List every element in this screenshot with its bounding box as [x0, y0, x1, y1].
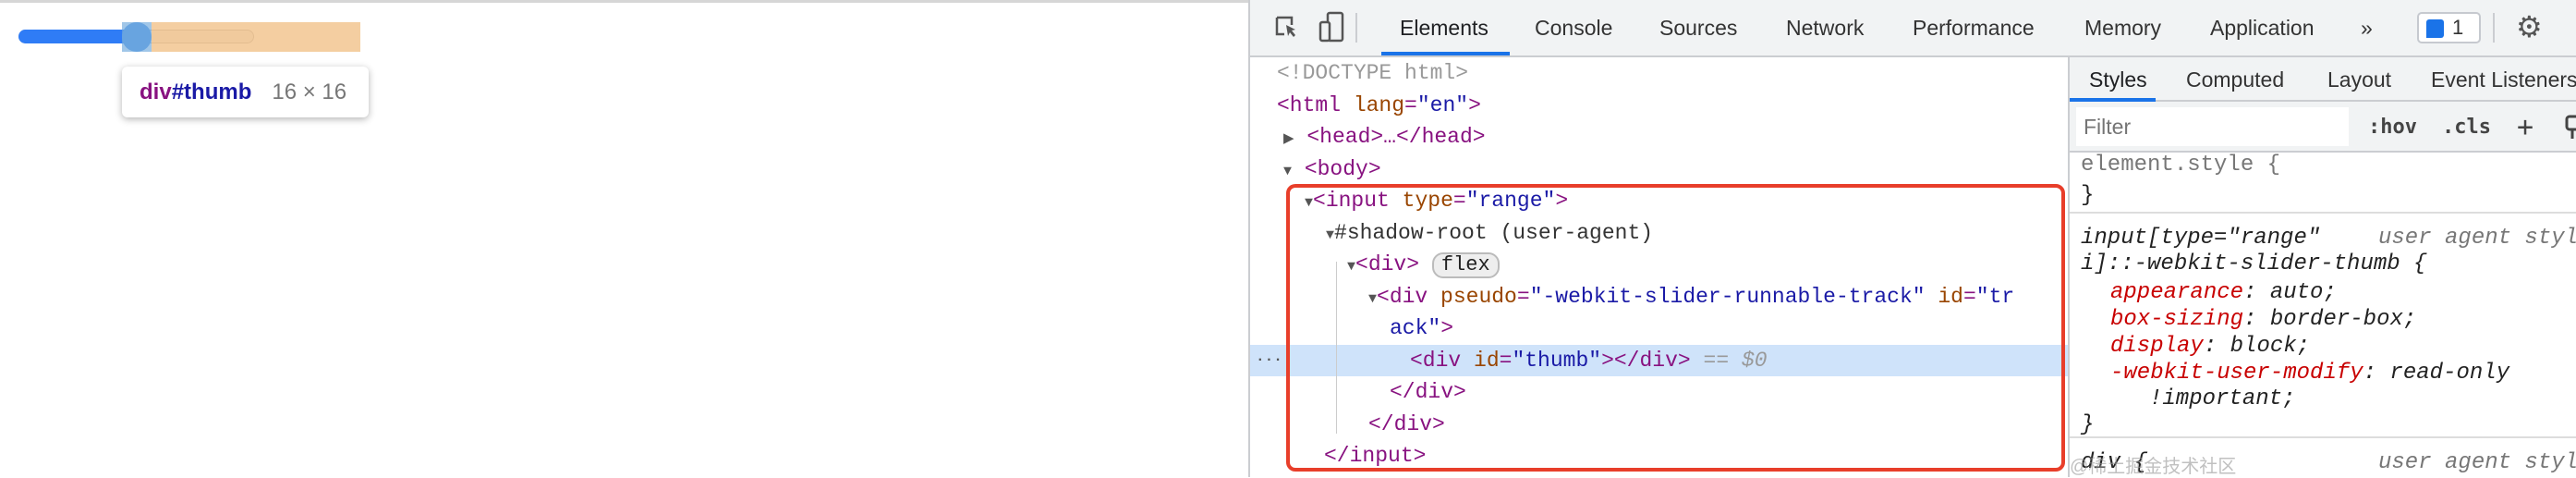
- property-value: read-only: [2389, 361, 2510, 386]
- tab-styles[interactable]: Styles: [2089, 57, 2147, 102]
- tree-node-head[interactable]: ▶ <head>…</head>: [1250, 121, 2068, 153]
- attr-value: "en": [1416, 92, 1469, 117]
- attr-name: lang: [1353, 92, 1405, 117]
- inspect-margin-overlay: [152, 22, 360, 52]
- page-top-border: [0, 0, 1248, 3]
- tab-network[interactable]: Network: [1786, 0, 1864, 55]
- rule-close-brace: }: [2081, 183, 2095, 208]
- devtools-panel: Elements Console Sources Network Perform…: [1248, 0, 2576, 477]
- rule-close-brace: }: [2081, 412, 2095, 437]
- property-value: block;: [2230, 334, 2311, 359]
- active-tab-underline: [1381, 52, 1510, 55]
- tree-node-body[interactable]: ▼ <body>: [1250, 153, 2068, 186]
- tooltip-tag: div: [140, 80, 172, 104]
- rule-source: user agent styl: [2378, 450, 2576, 475]
- tab-performance[interactable]: Performance: [1913, 0, 2035, 55]
- css-property: -webkit-user-modify: read-only: [2110, 361, 2510, 386]
- computed-styles-toggle-icon[interactable]: [2565, 115, 2576, 141]
- styles-filter-input[interactable]: [2076, 107, 2349, 146]
- property-name: display: [2110, 334, 2204, 359]
- filter-bar: :hov .cls +: [2070, 102, 2576, 153]
- range-slider-fill: [18, 30, 139, 43]
- rule-selector-line1: input[type="range": [2081, 226, 2321, 251]
- tab-application[interactable]: Application: [2210, 0, 2315, 55]
- hover-state-toggle[interactable]: :hov: [2368, 102, 2417, 153]
- issues-badge-button[interactable]: 1: [2417, 12, 2481, 43]
- toolbar-separator: [1355, 13, 1357, 43]
- tag: <head>…</head>: [1306, 125, 1486, 149]
- rule-separator: [2070, 436, 2576, 438]
- new-style-rule-button[interactable]: +: [2517, 102, 2533, 153]
- expand-triangle-icon[interactable]: ▶: [1283, 131, 1294, 147]
- node-actions-ellipsis-icon[interactable]: ···: [1256, 351, 1282, 368]
- property-name: appearance: [2110, 280, 2244, 305]
- device-toolbar-icon[interactable]: [1318, 11, 1346, 44]
- rule-selector-line2: i]::-webkit-slider-thumb {: [2081, 251, 2427, 276]
- tab-memory[interactable]: Memory: [2084, 0, 2161, 55]
- inspect-highlight-overlay: [122, 22, 152, 52]
- issues-icon: [2426, 19, 2444, 38]
- inspect-element-icon[interactable]: [1274, 15, 1300, 41]
- tab-computed[interactable]: Computed: [2186, 57, 2284, 102]
- annotation-red-box: [1286, 184, 2065, 472]
- more-tabs-button[interactable]: »: [2361, 0, 2373, 55]
- property-name: -webkit-user-modify: [2110, 361, 2363, 386]
- tree-node-doctype[interactable]: <!DOCTYPE html>: [1250, 57, 2068, 90]
- tab-layout[interactable]: Layout: [2327, 57, 2391, 102]
- collapse-triangle-icon[interactable]: ▼: [1283, 164, 1292, 179]
- tooltip-id: #thumb: [171, 80, 252, 104]
- css-property: display: block;: [2110, 334, 2311, 359]
- issues-count: 1: [2452, 16, 2464, 39]
- tag: <html: [1277, 92, 1342, 117]
- css-important: !important;: [2149, 386, 2296, 411]
- css-property: box-sizing: border-box;: [2110, 307, 2417, 332]
- property-value: auto;: [2269, 280, 2337, 305]
- toolbar-separator: [2493, 13, 2495, 43]
- watermark: @稀土掘金技术社区: [2070, 457, 2237, 477]
- inspect-tooltip: div#thumb 16 × 16: [122, 67, 369, 117]
- tooltip-arrow: [148, 55, 170, 67]
- rule-source: user agent styl: [2378, 226, 2576, 251]
- doctype-text: <!DOCTYPE html>: [1277, 61, 1469, 85]
- element-style-selector[interactable]: element.style {: [2081, 153, 2280, 178]
- rule-separator: [2070, 212, 2576, 214]
- settings-gear-icon[interactable]: ⚙: [2516, 9, 2543, 44]
- tab-elements[interactable]: Elements: [1400, 0, 1488, 55]
- styles-sidebar: Styles Computed Layout Event Listeners :…: [2068, 57, 2576, 477]
- css-property: appearance: auto;: [2110, 280, 2337, 305]
- class-toggle[interactable]: .cls: [2442, 102, 2491, 153]
- tooltip-size: 16 × 16: [272, 80, 347, 104]
- tag: <body>: [1304, 156, 1381, 181]
- tree-node-html[interactable]: <html lang="en">: [1250, 90, 2068, 122]
- tab-sources[interactable]: Sources: [1659, 0, 1737, 55]
- tab-console[interactable]: Console: [1535, 0, 1612, 55]
- property-value: border-box;: [2269, 307, 2417, 332]
- sidebar-tabs: Styles Computed Layout Event Listeners: [2070, 57, 2576, 102]
- property-name: box-sizing: [2110, 307, 2244, 332]
- tab-event-listeners[interactable]: Event Listeners: [2431, 57, 2576, 102]
- devtools-toolbar: Elements Console Sources Network Perform…: [1250, 0, 2576, 57]
